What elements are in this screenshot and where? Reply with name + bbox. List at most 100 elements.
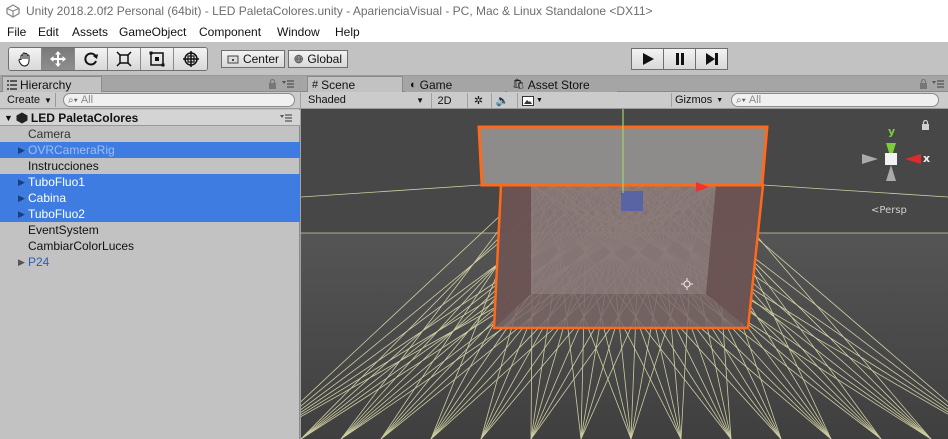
hierarchy-item[interactable]: ▶ OVRCameraRig [0, 142, 300, 158]
menu-component[interactable]: Component [199, 25, 261, 39]
hierarchy-item-label: EventSystem [28, 223, 99, 237]
tab-game-label: Game [419, 77, 453, 92]
expand-arrow-icon[interactable]: ▶ [18, 257, 28, 268]
hierarchy-item[interactable]: ▶ P24 [0, 254, 300, 270]
pivot-center-toggle[interactable]: Center [221, 50, 285, 68]
move-tool-button[interactable] [42, 48, 75, 70]
gamepad-icon: ◐ [410, 78, 417, 91]
expand-arrow-icon: ▼ [4, 112, 13, 123]
hierarchy-item[interactable]: ▶ Cabina [0, 190, 300, 206]
menu-window[interactable]: Window [277, 25, 320, 39]
pivot-rotation-toggle[interactable]: Global [288, 50, 348, 68]
menu-gameobject[interactable]: GameObject [119, 25, 186, 39]
play-button[interactable] [631, 48, 664, 70]
store-bag-icon: 🛍 [512, 79, 525, 90]
rotation-label: Global [307, 52, 342, 66]
scene-root-row[interactable]: ▼ LED PaletaColores [0, 110, 300, 126]
scene-lock-icon[interactable] [919, 79, 928, 89]
hierarchy-item-label: Camera [28, 127, 71, 141]
pause-button[interactable] [663, 48, 696, 70]
scale-icon [116, 51, 132, 67]
hierarchy-item[interactable]: ▶CambiarColorLuces [0, 238, 300, 254]
gizmo-x-label: x [923, 152, 930, 165]
scene-search-placeholder: All [748, 94, 762, 106]
scene-tab-row: # Scene ◐ Game 🛍 Asset Store [301, 76, 948, 92]
rect-icon [149, 51, 165, 67]
speaker-icon: 🔈 [495, 95, 510, 107]
rotate-icon [84, 52, 98, 66]
scene-toolbar: Shaded ▼ 2D ✲ 🔈 ▼ Gizmos ▼ ⌕▾ All [301, 92, 948, 109]
tab-game[interactable]: ◐ Game [405, 76, 505, 92]
scene-menu-icon[interactable] [280, 114, 292, 122]
unity-scene-icon [16, 112, 28, 123]
hierarchy-toolbar: Create ▼ ⌕▾ All [0, 92, 300, 109]
unity-logo-icon [6, 4, 20, 18]
step-button[interactable] [695, 48, 728, 70]
sun-icon: ✲ [473, 95, 484, 107]
tab-hierarchy[interactable]: Hierarchy [2, 76, 102, 92]
transform-icon [182, 51, 199, 67]
tab-scene-label: Scene [321, 77, 356, 92]
transform-tool-button[interactable] [174, 48, 207, 70]
hierarchy-item[interactable]: ▶ TuboFluo1 [0, 174, 300, 190]
rotate-tool-button[interactable] [75, 48, 108, 70]
title-bar: Unity 2018.2.0f2 Personal (64bit) - LED … [0, 0, 948, 22]
hierarchy-search-input[interactable]: ⌕▾ All [63, 93, 295, 107]
play-icon [642, 53, 654, 65]
hierarchy-item-label: TuboFluo2 [28, 207, 85, 221]
move-icon [50, 51, 66, 67]
lock-icon[interactable] [268, 79, 277, 89]
hierarchy-item[interactable]: ▶Camera [0, 126, 300, 142]
hierarchy-item[interactable]: ▶EventSystem [0, 222, 300, 238]
lighting-toggle[interactable]: ✲ [467, 93, 489, 108]
expand-arrow-icon[interactable]: ▶ [18, 177, 28, 188]
hierarchy-item[interactable]: ▶Instrucciones [0, 158, 300, 174]
2d-toggle[interactable]: 2D [431, 93, 457, 108]
menu-help[interactable]: Help [335, 25, 360, 39]
gizmo-y-label: y [888, 125, 895, 138]
transform-tools [8, 47, 208, 71]
scene-render: y x <Persp [301, 109, 948, 439]
shading-mode-label: Shaded [308, 94, 346, 106]
rect-tool-button[interactable] [141, 48, 174, 70]
persp-label[interactable]: <Persp [871, 205, 907, 216]
menu-assets[interactable]: Assets [72, 25, 108, 39]
scene-viewport[interactable]: y x <Persp [301, 109, 948, 439]
hierarchy-item-label: Instrucciones [28, 159, 99, 173]
panel-menu-icon[interactable] [282, 80, 294, 88]
expand-arrow-icon[interactable]: ▶ [18, 145, 28, 156]
menu-file[interactable]: File [7, 25, 26, 39]
tab-asset-store-label: Asset Store [527, 77, 590, 92]
hierarchy-item-label: OVRCameraRig [28, 143, 115, 157]
search-icon: ⌕▾ [68, 94, 78, 106]
expand-arrow-icon[interactable]: ▶ [18, 209, 28, 220]
image-icon [522, 95, 535, 106]
scene-panel-menu-icon[interactable] [932, 80, 944, 88]
scene-name: LED PaletaColores [30, 110, 139, 125]
2d-label: 2D [437, 94, 452, 107]
step-icon [705, 53, 718, 65]
pivot-label: Center [242, 52, 279, 66]
create-label: Create [7, 94, 41, 106]
hierarchy-tab-label: Hierarchy [20, 77, 72, 92]
gizmos-label: Gizmos [675, 94, 713, 106]
scene-search-input[interactable]: ⌕▾ All [731, 93, 939, 107]
scale-tool-button[interactable] [108, 48, 141, 70]
hierarchy-item-label: Cabina [28, 191, 67, 205]
menu-edit[interactable]: Edit [38, 25, 59, 39]
effects-dropdown[interactable]: ▼ [517, 93, 547, 108]
hand-icon [18, 52, 30, 67]
hierarchy-item-label: CambiarColorLuces [28, 239, 135, 253]
tab-scene[interactable]: # Scene [307, 76, 403, 92]
create-dropdown[interactable]: Create ▼ [4, 93, 56, 107]
main-toolbar: Center Global [0, 42, 948, 76]
hand-tool-button[interactable] [9, 48, 42, 70]
audio-toggle[interactable]: 🔈 [491, 93, 513, 108]
tab-asset-store[interactable]: 🛍 Asset Store [507, 76, 617, 92]
hierarchy-item[interactable]: ▶ TuboFluo2 [0, 206, 300, 222]
pause-icon [675, 53, 684, 65]
shading-mode-dropdown[interactable]: Shaded ▼ [305, 93, 427, 107]
gizmos-dropdown[interactable]: Gizmos ▼ [671, 93, 725, 107]
expand-arrow-icon[interactable]: ▶ [18, 193, 28, 204]
hierarchy-item-label: TuboFluo1 [28, 175, 85, 189]
